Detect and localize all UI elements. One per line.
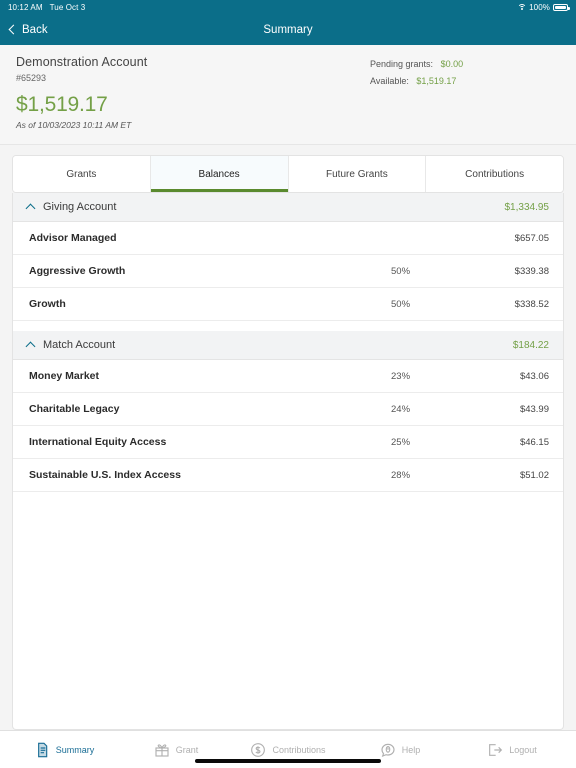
fund-name: International Equity Access [29,436,167,448]
available-row: Available: $1,519.17 [370,76,560,86]
section-header[interactable]: Giving Account $1,334.95 [13,193,563,222]
battery-percent-label: 100% [529,2,550,12]
tab-bar: Grants Balances Future Grants Contributions [12,155,564,193]
tab-grants[interactable]: Grants [13,156,151,192]
table-row[interactable]: Charitable Legacy 24% $43.99 [13,393,563,426]
fund-name: Aggressive Growth [29,265,126,277]
status-bar-left: 10:12 AM Tue Oct 3 [8,3,85,12]
available-value: $1,519.17 [416,76,457,86]
dollar-circle-icon [250,742,266,758]
pending-grants-value: $0.00 [440,59,464,69]
fund-name: Sustainable U.S. Index Access [29,469,181,481]
back-button-label: Back [22,23,48,36]
tab-label: Balances [198,168,240,180]
bottom-tab-label: Help [401,744,421,755]
pending-grants-row: Pending grants: $0.00 [370,59,560,69]
tab-label: Future Grants [326,168,388,180]
available-label: Available: [370,76,409,86]
bottom-tab-label: Logout [509,744,537,755]
battery-icon [553,3,570,11]
status-bar-right: 100% [517,2,570,12]
section-spacer [13,321,563,331]
fund-amount: $338.52 [514,298,549,310]
fund-percent: 28% [391,469,411,481]
back-button[interactable]: Back [8,23,48,36]
wifi-icon [517,3,527,11]
section-header[interactable]: Match Account $184.22 [13,331,563,360]
tab-label: Grants [66,168,97,180]
bottom-tab-grant[interactable]: Grant [120,742,232,758]
bottom-tab-label: Summary [55,744,95,755]
table-row[interactable]: Advisor Managed $657.05 [13,222,563,255]
page-title: Summary [263,23,313,36]
bottom-tab-help[interactable]: Help [344,742,456,758]
status-bar: 10:12 AM Tue Oct 3 100% [0,0,576,14]
table-row[interactable]: Growth 50% $338.52 [13,288,563,321]
tab-balances[interactable]: Balances [150,156,289,192]
fund-name: Advisor Managed [29,232,117,244]
account-name: Demonstration Account [16,55,148,69]
content-area: Grants Balances Future Grants Contributions… [0,145,576,730]
help-bubble-icon [380,742,396,758]
fund-name: Money Market [29,370,100,382]
account-balance: $1,519.17 [16,93,108,116]
logout-icon [487,742,503,758]
table-row[interactable]: Money Market 23% $43.06 [13,360,563,393]
table-row[interactable]: Aggressive Growth 50% $339.38 [13,255,563,288]
tab-label: Contributions [465,168,525,180]
caret-up-icon [25,341,36,352]
account-number: #65293 [16,73,47,83]
bottom-tab-label: Contributions [272,744,326,755]
fund-percent: 25% [391,436,411,448]
tab-future-grants[interactable]: Future Grants [288,156,427,192]
fund-amount: $43.99 [519,403,549,415]
gift-icon [154,742,170,758]
tab-contributions[interactable]: Contributions [426,156,563,192]
bottom-tab-label: Grant [175,744,199,755]
fund-amount: $46.15 [519,436,549,448]
account-summary: Demonstration Account #65293 $1,519.17 A… [16,55,370,130]
fund-name: Charitable Legacy [29,403,120,415]
bottom-tab-logout[interactable]: Logout [456,742,568,758]
fund-amount: $339.38 [514,265,549,277]
table-row[interactable]: International Equity Access 25% $46.15 [13,426,563,459]
fund-name: Growth [29,298,66,310]
fund-percent: 50% [391,298,411,310]
chevron-left-icon [8,24,19,35]
bottom-tab-contributions[interactable]: Contributions [232,742,344,758]
fund-amount: $51.02 [519,469,549,481]
fund-percent: 23% [391,370,411,382]
fund-amount: $657.05 [514,232,549,244]
section-title: Giving Account [43,201,117,213]
bottom-tab-summary[interactable]: Summary [8,742,120,758]
status-time: 10:12 AM [8,2,43,12]
caret-up-icon [25,203,36,214]
section-amount: $1,334.95 [504,201,550,213]
account-as-of: As of 10/03/2023 10:11 AM ET [16,120,132,130]
account-meta: Pending grants: $0.00 Available: $1,519.… [370,55,560,93]
home-indicator [195,759,381,763]
section-title: Match Account [43,339,116,351]
section-amount: $184.22 [512,339,549,351]
fund-amount: $43.06 [519,370,549,382]
document-icon [34,742,50,758]
app-screen: 10:12 AM Tue Oct 3 100% Back Summary Dem… [0,0,576,768]
balances-list: Giving Account $1,334.95 Advisor Managed $6… [12,193,564,730]
navigation-bar: Back Summary [0,14,576,45]
fund-percent: 24% [391,403,411,415]
status-date: Tue Oct 3 [49,2,86,12]
table-row[interactable]: Sustainable U.S. Index Access 28% $51.02 [13,459,563,492]
fund-percent: 50% [391,265,411,277]
account-header: Demonstration Account #65293 $1,519.17 A… [0,45,576,145]
pending-grants-label: Pending grants: [370,59,434,69]
